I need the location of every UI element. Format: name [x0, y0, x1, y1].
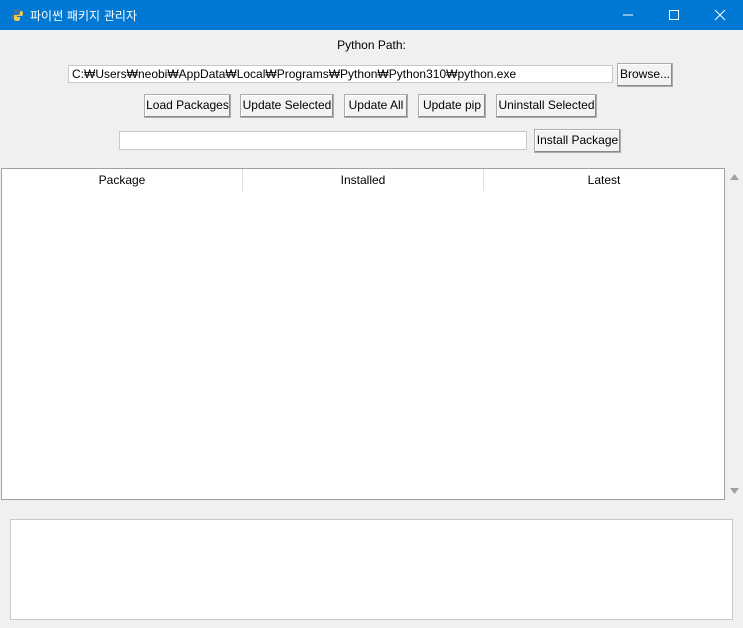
- update-all-button[interactable]: Update All: [344, 94, 408, 118]
- package-table[interactable]: Package Installed Latest: [1, 168, 725, 500]
- scroll-down-arrow-icon[interactable]: [730, 488, 739, 494]
- window-title: 파이썬 패키지 관리자: [30, 9, 137, 23]
- update-selected-button[interactable]: Update Selected: [240, 94, 334, 118]
- browse-button[interactable]: Browse...: [617, 63, 673, 87]
- python-path-input[interactable]: C:₩Users₩neobi₩AppData₩Local₩Programs₩Py…: [68, 65, 613, 83]
- table-header: Package Installed Latest: [2, 169, 724, 191]
- column-header-package[interactable]: Package: [2, 169, 243, 191]
- column-header-installed[interactable]: Installed: [243, 169, 484, 191]
- minimize-button[interactable]: [605, 0, 651, 30]
- close-icon: [714, 9, 726, 21]
- package-name-input[interactable]: [119, 131, 527, 150]
- python-icon: [10, 8, 24, 22]
- minimize-icon: [623, 14, 633, 16]
- maximize-icon: [669, 10, 679, 20]
- install-package-button[interactable]: Install Package: [534, 129, 621, 153]
- load-packages-button[interactable]: Load Packages: [144, 94, 231, 118]
- maximize-button[interactable]: [651, 0, 697, 30]
- scroll-up-arrow-icon[interactable]: [730, 174, 739, 180]
- uninstall-selected-button[interactable]: Uninstall Selected: [496, 94, 597, 118]
- table-scrollbar[interactable]: [726, 168, 743, 500]
- update-pip-button[interactable]: Update pip: [418, 94, 486, 118]
- python-path-label: Python Path:: [337, 38, 406, 52]
- output-log-area[interactable]: [10, 519, 733, 620]
- close-button[interactable]: [697, 0, 743, 30]
- column-header-latest[interactable]: Latest: [484, 169, 724, 191]
- title-bar: 파이썬 패키지 관리자: [0, 0, 743, 30]
